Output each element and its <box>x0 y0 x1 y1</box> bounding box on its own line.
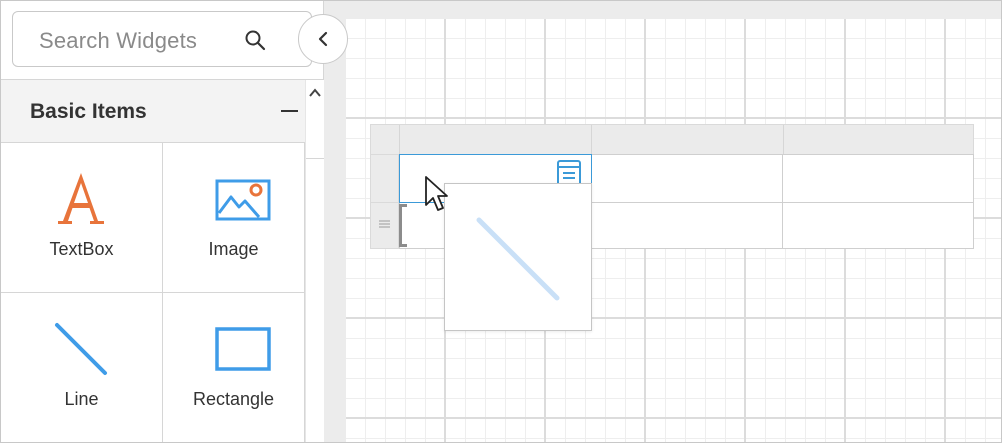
line-icon <box>55 323 107 375</box>
table-column-handle[interactable] <box>400 125 592 154</box>
table-cell[interactable] <box>782 154 974 203</box>
table-cell[interactable] <box>591 202 783 249</box>
widget-label: Image <box>208 239 259 259</box>
widget-label: Rectangle <box>192 389 275 409</box>
table-column-handle[interactable] <box>784 125 973 154</box>
textbox-icon <box>58 173 104 224</box>
search-input[interactable]: Search Widgets <box>39 28 197 54</box>
collapse-panel-button[interactable] <box>298 14 348 64</box>
table-column-handle[interactable] <box>592 125 784 154</box>
rectangle-icon <box>215 327 271 371</box>
panel-scrollbar[interactable] <box>305 80 324 442</box>
widget-textbox[interactable]: TextBox <box>1 143 163 293</box>
row-group-bracket <box>399 204 407 247</box>
table-cell[interactable] <box>591 154 783 203</box>
widget-line[interactable]: Line <box>1 293 163 442</box>
line-icon <box>476 217 560 301</box>
widget-panel: Search Widgets Basic Items TextBox Image… <box>1 1 324 442</box>
image-icon <box>215 179 271 221</box>
drag-preview <box>444 183 592 331</box>
scroll-up-icon[interactable] <box>309 88 321 98</box>
section-title: Basic Items <box>30 100 147 123</box>
table-cell[interactable] <box>782 202 974 249</box>
minus-icon[interactable] <box>281 110 298 112</box>
widget-label: Line <box>64 389 99 409</box>
chevron-left-icon <box>318 31 328 47</box>
table-corner-cell[interactable] <box>371 125 400 154</box>
search-icon[interactable] <box>243 28 267 52</box>
row-drag-handle-icon[interactable] <box>379 220 390 228</box>
table-column-header[interactable] <box>370 124 974 155</box>
basic-items-header[interactable]: Basic Items <box>1 80 305 143</box>
widget-rectangle[interactable]: Rectangle <box>163 293 305 442</box>
search-widgets-box[interactable]: Search Widgets <box>12 11 312 67</box>
widget-label: TextBox <box>49 239 114 259</box>
widget-image[interactable]: Image <box>163 143 305 293</box>
table-row-handle[interactable] <box>370 154 399 203</box>
widget-grid: TextBox Image Line Rectangle <box>1 143 305 442</box>
scroll-thumb[interactable] <box>306 158 324 159</box>
mouse-pointer-icon <box>425 176 448 211</box>
report-designer: Search Widgets Basic Items TextBox Image… <box>0 0 1002 443</box>
